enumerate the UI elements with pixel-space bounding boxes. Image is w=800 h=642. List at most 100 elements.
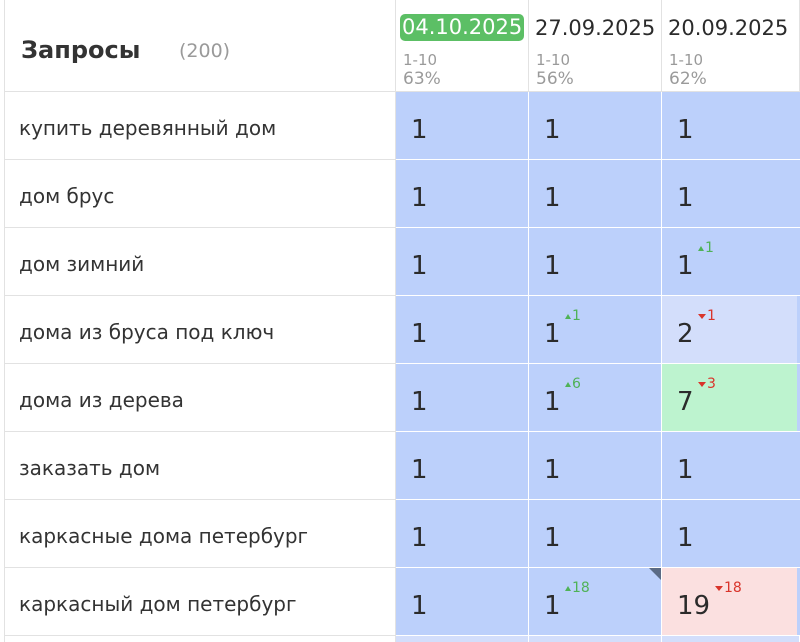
position-cell	[396, 636, 529, 642]
table-row: дом зимний 1 1 1 1	[5, 228, 800, 296]
position-value: 1	[677, 523, 694, 553]
delta-value: 1	[705, 240, 714, 256]
position-value: 1	[544, 455, 561, 485]
position-cell[interactable]: 1	[396, 92, 529, 160]
query-text[interactable]: каркасный дом петербург	[19, 592, 297, 616]
position-cell[interactable]: 1 18	[529, 568, 662, 636]
position-cell[interactable]: 11	[662, 228, 800, 296]
triangle-down-icon	[698, 313, 706, 319]
position-cell[interactable]: 1	[529, 432, 662, 500]
query-cell[interactable]: каркасный дом петербург	[5, 568, 396, 636]
query-cell[interactable]: купить деревянный дом	[5, 92, 396, 160]
query-text[interactable]: дома из дерева	[19, 388, 184, 412]
date-column-header[interactable]: 20.09.2025 1-10 62%	[662, 0, 800, 92]
triangle-up-icon	[565, 381, 571, 387]
queries-title[interactable]: Запросы	[21, 36, 140, 64]
queries-count: (200)	[179, 40, 231, 62]
position-value: 1	[544, 251, 561, 281]
position-value: 7	[677, 387, 694, 417]
top-percent-label: 63%	[403, 69, 441, 89]
delta-value: 1	[707, 308, 716, 324]
query-text[interactable]: купить деревянный дом	[19, 116, 276, 140]
table-row: дома из бруса под ключ 1 1 1 2 1	[5, 296, 800, 364]
position-value: 1	[677, 455, 694, 485]
query-cell[interactable]: заказать дом	[5, 432, 396, 500]
table-row: заказать дом 1 1 1	[5, 432, 800, 500]
query-cell[interactable]: дом брус	[5, 160, 396, 228]
triangle-up-icon	[565, 313, 571, 319]
query-cell[interactable]: дом зимний	[5, 228, 396, 296]
active-date-label[interactable]: 04.10.2025	[400, 14, 525, 41]
query-text[interactable]: дом зимний	[19, 252, 144, 276]
note-corner-icon[interactable]	[649, 568, 661, 580]
delta-value: 18	[724, 580, 742, 596]
position-value: 1	[411, 319, 428, 349]
position-value: 1	[677, 183, 694, 213]
position-value: 1	[411, 251, 428, 281]
query-text[interactable]: дом брус	[19, 184, 114, 208]
date-column-header[interactable]: 04.10.2025 1-10 63%	[396, 0, 529, 92]
query-text[interactable]: дома из бруса под ключ	[19, 320, 274, 344]
query-text[interactable]: заказать дом	[19, 456, 160, 480]
position-cell[interactable]: 1	[662, 432, 800, 500]
position-cell[interactable]: 1	[396, 432, 529, 500]
position-down-delta: 3	[698, 376, 716, 392]
position-cell[interactable]: 1	[662, 500, 800, 568]
position-up-delta: 18	[565, 580, 590, 596]
top-percent-label: 56%	[536, 69, 574, 89]
position-value: 1	[677, 115, 694, 145]
delta-value: 6	[572, 376, 581, 392]
position-value: 1	[411, 591, 428, 621]
position-cell[interactable]: 1	[662, 160, 800, 228]
date-label[interactable]: 27.09.2025	[535, 16, 655, 40]
query-text[interactable]: каркасные дома петербург	[19, 524, 308, 548]
triangle-down-icon	[715, 585, 723, 591]
position-cell[interactable]: 11	[529, 296, 662, 364]
position-cell[interactable]: 21	[662, 296, 800, 364]
query-cell[interactable]: дома из бруса под ключ	[5, 296, 396, 364]
query-cell[interactable]: дома из дерева	[5, 364, 396, 432]
delta-value: 3	[707, 376, 716, 392]
position-cell[interactable]: 1	[396, 364, 529, 432]
position-cell[interactable]: 1	[529, 228, 662, 296]
table-row: дома из дерева 1 1 6 7 3	[5, 364, 800, 432]
position-cell[interactable]: 1	[396, 500, 529, 568]
position-value: 1	[544, 319, 561, 349]
table-row: дом брус 1 1 1	[5, 160, 800, 228]
triangle-up-icon	[698, 245, 704, 251]
position-cell[interactable]: 1	[662, 92, 800, 160]
position-value: 1	[411, 115, 428, 145]
query-cell[interactable]: каркасные дома петербург	[5, 500, 396, 568]
position-cell[interactable]: 1	[529, 500, 662, 568]
position-value: 1	[411, 523, 428, 553]
position-up-delta: 1	[698, 240, 714, 256]
position-value: 1	[677, 251, 694, 281]
top-range-label: 1-10	[536, 51, 571, 69]
position-value: 1	[544, 387, 561, 417]
position-value: 1	[544, 591, 561, 621]
date-label[interactable]: 20.09.2025	[668, 16, 788, 40]
date-column-header[interactable]: 27.09.2025 1-10 56%	[529, 0, 662, 92]
position-cell[interactable]: 1	[396, 296, 529, 364]
delta-value: 18	[572, 580, 590, 596]
position-down-delta: 18	[715, 580, 742, 596]
position-cell[interactable]: 1	[529, 92, 662, 160]
delta-value: 1	[572, 308, 581, 324]
top-percent-label: 62%	[669, 69, 707, 89]
position-cell[interactable]: 1	[396, 228, 529, 296]
table-row: каркасный дом петербург 1 1 18 19 18	[5, 568, 800, 636]
position-value: 1	[411, 387, 428, 417]
position-cell[interactable]: 1	[396, 568, 529, 636]
position-cell[interactable]: 1	[529, 160, 662, 228]
top-range-label: 1-10	[403, 51, 438, 69]
query-cell	[5, 636, 396, 642]
top-range-label: 1-10	[669, 51, 704, 69]
position-cell[interactable]: 1	[396, 160, 529, 228]
position-cell[interactable]: 16	[529, 364, 662, 432]
position-value: 1	[411, 183, 428, 213]
positions-table: Запросы (200) 04.10.2025 1-10 63% 27.09.202…	[0, 0, 800, 642]
queries-header-cell[interactable]: Запросы (200)	[5, 0, 396, 92]
position-cell[interactable]: 73	[662, 364, 800, 432]
table-row: купить деревянный дом 1 1 1	[5, 92, 800, 160]
position-cell[interactable]: 19 18	[662, 568, 800, 636]
